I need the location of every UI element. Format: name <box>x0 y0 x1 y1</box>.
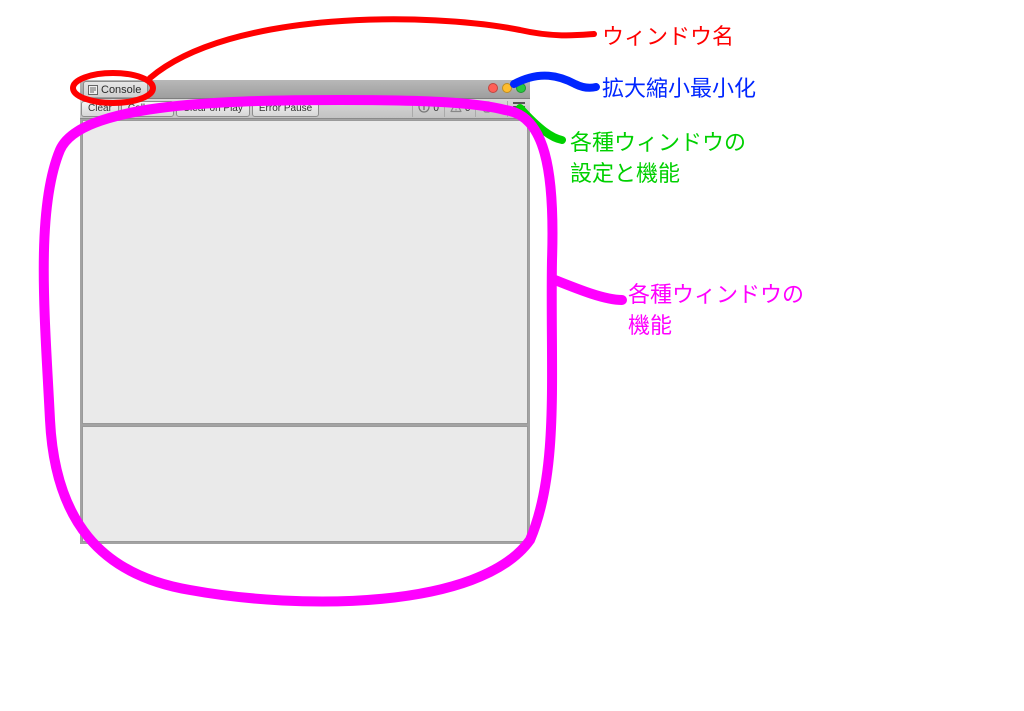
error-count-toggle[interactable]: 0 <box>475 101 507 117</box>
window-options-button[interactable] <box>507 101 530 117</box>
error-icon <box>481 101 493 116</box>
annotation-text-resize: 拡大縮小最小化 <box>602 76 756 101</box>
clear-button[interactable]: Clear <box>81 101 119 117</box>
annotation-text-content-1: 各種ウィンドウの <box>628 282 804 307</box>
collapse-toggle-label: Collapse <box>128 103 167 114</box>
annotation-label-settings: 各種ウィンドウの 設定と機能 <box>570 128 850 190</box>
window-minimize-button[interactable] <box>502 83 512 93</box>
warning-icon <box>450 101 462 116</box>
window-tab-console[interactable]: Console <box>83 81 148 97</box>
warning-count-toggle[interactable]: 0 <box>444 101 476 117</box>
console-toolbar: Clear Collapse Clear on Play Error Pause… <box>80 99 530 119</box>
info-count-toggle[interactable]: 0 <box>412 101 444 117</box>
console-detail-pane[interactable] <box>82 426 528 542</box>
clear-button-label: Clear <box>88 103 112 114</box>
console-window: Console Clear Collapse Clear on Play Err… <box>80 80 530 544</box>
warning-count-value: 0 <box>465 103 471 114</box>
annotation-label-window-name: ウィンドウ名 <box>602 22 734 53</box>
window-titlebar: Console <box>80 80 530 99</box>
error-pause-toggle[interactable]: Error Pause <box>252 101 319 117</box>
window-zoom-button[interactable] <box>516 83 526 93</box>
annotation-text-window-name: ウィンドウ名 <box>602 24 734 49</box>
hamburger-icon <box>513 102 525 115</box>
clear-on-play-toggle-label: Clear on Play <box>183 103 243 114</box>
console-icon <box>88 85 98 95</box>
window-close-button[interactable] <box>488 83 498 93</box>
info-count-value: 0 <box>433 103 439 114</box>
error-count-value: 0 <box>496 103 502 114</box>
window-traffic-lights <box>488 83 526 93</box>
collapse-toggle[interactable]: Collapse <box>121 101 174 117</box>
error-pause-toggle-label: Error Pause <box>259 103 312 114</box>
info-icon <box>418 101 430 116</box>
console-message-list[interactable] <box>82 120 528 424</box>
annotation-label-resize: 拡大縮小最小化 <box>602 74 756 105</box>
window-tab-label: Console <box>101 84 141 96</box>
annotation-text-settings-1: 各種ウィンドウの <box>570 130 746 155</box>
annotation-label-content: 各種ウィンドウの 機能 <box>628 280 908 342</box>
clear-on-play-toggle[interactable]: Clear on Play <box>176 101 250 117</box>
annotation-text-content-2: 機能 <box>628 313 672 338</box>
annotation-text-settings-2: 設定と機能 <box>570 161 680 186</box>
